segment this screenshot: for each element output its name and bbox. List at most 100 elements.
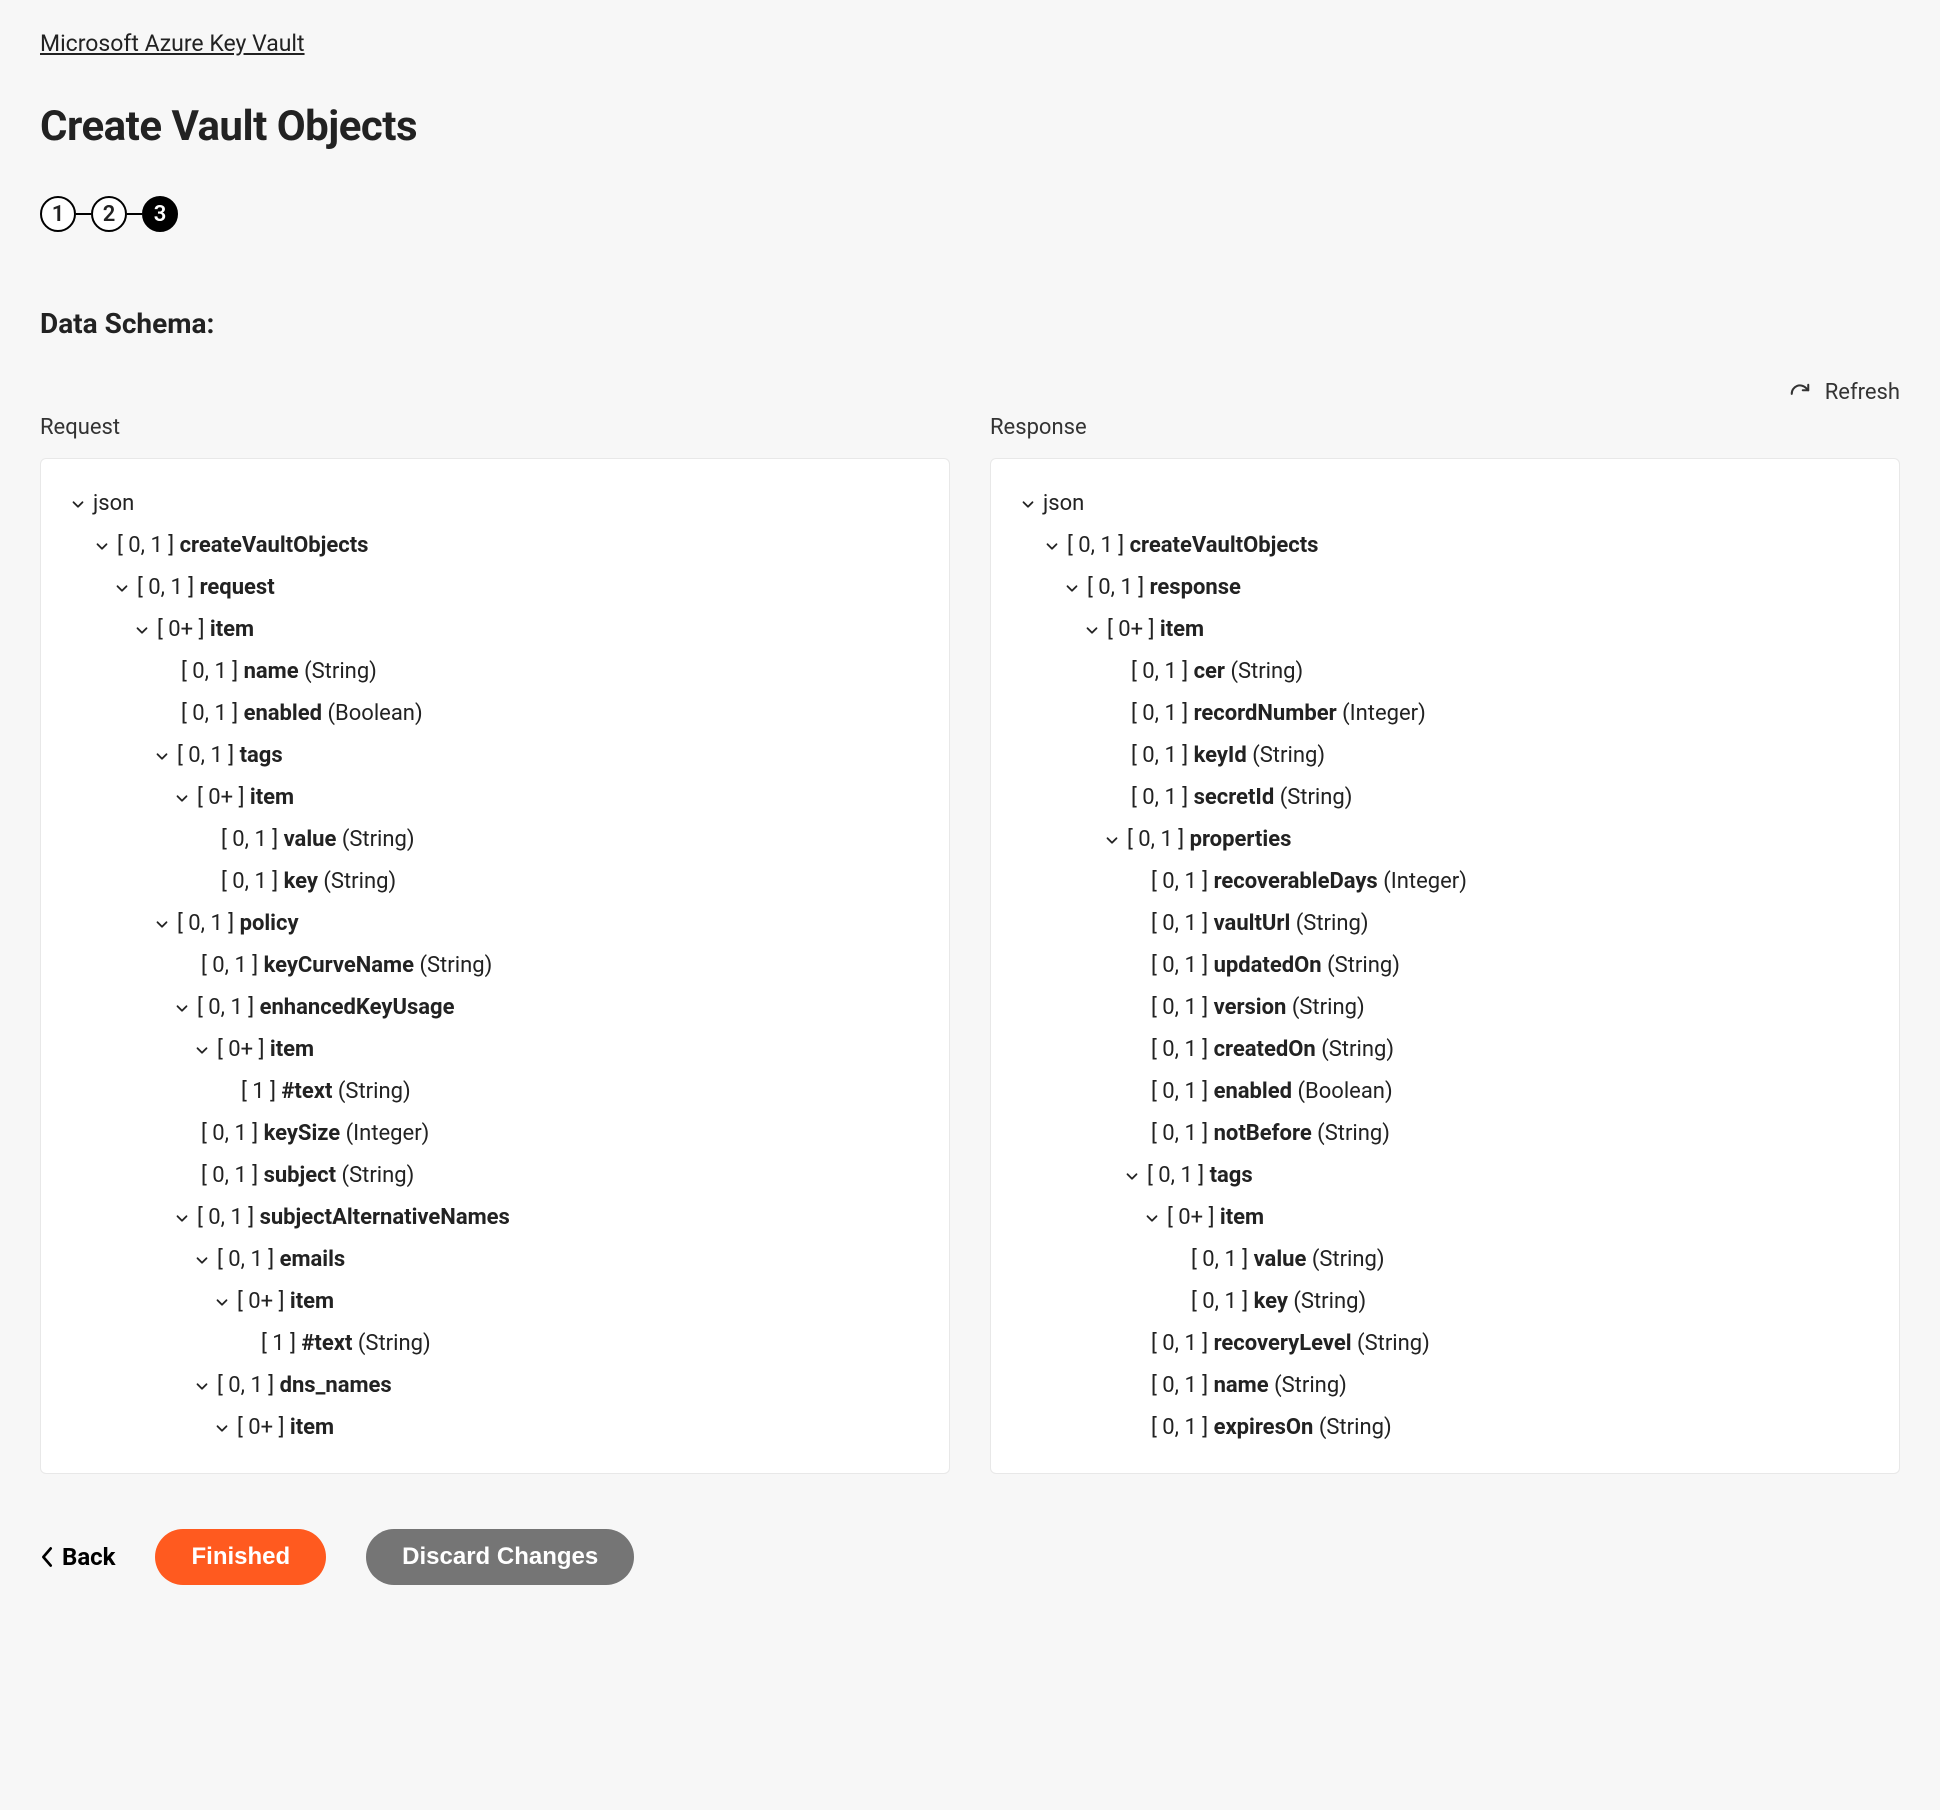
node-type: (Integer) — [1342, 701, 1426, 726]
cardinality: [ 0, 1 ] — [1151, 1079, 1214, 1104]
schema-node[interactable]: [ 0, 1 ] properties — [1011, 819, 1879, 861]
schema-node[interactable]: [ 0, 1 ] createVaultObjects — [1011, 525, 1879, 567]
node-type: (String) — [1296, 911, 1369, 936]
chevron-down-icon[interactable] — [1143, 1209, 1167, 1227]
chevron-down-icon[interactable] — [113, 579, 137, 597]
node-name: response — [1150, 575, 1241, 600]
schema-node[interactable]: [ 0+ ] item — [1011, 609, 1879, 651]
chevron-down-icon[interactable] — [1083, 621, 1107, 639]
step-2[interactable]: 2 — [91, 196, 127, 232]
node-type: (String) — [304, 659, 377, 684]
chevron-down-icon[interactable] — [1019, 495, 1043, 513]
chevron-left-icon — [40, 1546, 54, 1568]
schema-node[interactable]: [ 0, 1 ] tags — [61, 735, 929, 777]
chevron-down-icon[interactable] — [213, 1419, 237, 1437]
chevron-down-icon[interactable] — [193, 1377, 217, 1395]
schema-node[interactable]: [ 0+ ] item — [61, 1407, 929, 1449]
breadcrumb-link[interactable]: Microsoft Azure Key Vault — [40, 30, 305, 57]
node-type: (String) — [323, 869, 396, 894]
chevron-down-icon[interactable] — [153, 747, 177, 765]
chevron-down-icon[interactable] — [173, 789, 197, 807]
node-name: recordNumber — [1194, 701, 1337, 726]
step-3[interactable]: 3 — [142, 196, 178, 232]
schema-node[interactable]: [ 0, 1 ] tags — [1011, 1155, 1879, 1197]
schema-node: [ 0, 1 ] expiresOn (String) — [1011, 1407, 1879, 1449]
schema-node: [ 1 ] #text (String) — [61, 1071, 929, 1113]
refresh-icon[interactable] — [1789, 382, 1811, 404]
schema-node[interactable]: [ 0+ ] item — [61, 609, 929, 651]
cardinality: [ 0, 1 ] — [1151, 1331, 1214, 1356]
cardinality: [ 0, 1 ] — [201, 1163, 264, 1188]
schema-node[interactable]: [ 0, 1 ] dns_names — [61, 1365, 929, 1407]
schema-node[interactable]: [ 0, 1 ] createVaultObjects — [61, 525, 929, 567]
node-name: keySize — [264, 1121, 341, 1146]
schema-node[interactable]: [ 0+ ] item — [61, 777, 929, 819]
response-schema-panel: json[ 0, 1 ] createVaultObjects[ 0, 1 ] … — [990, 458, 1900, 1474]
back-button[interactable]: Back — [40, 1543, 115, 1571]
node-type: (String) — [1319, 1415, 1392, 1440]
node-name: name — [1214, 1373, 1269, 1398]
node-name: enabled — [244, 701, 322, 726]
schema-node: [ 0, 1 ] notBefore (String) — [1011, 1113, 1879, 1155]
schema-node[interactable]: json — [1011, 483, 1879, 525]
chevron-down-icon[interactable] — [173, 999, 197, 1017]
step-1[interactable]: 1 — [40, 196, 76, 232]
cardinality: [ 0+ ] — [1167, 1205, 1220, 1230]
node-name: item — [210, 617, 254, 642]
chevron-down-icon[interactable] — [93, 537, 117, 555]
node-name: notBefore — [1214, 1121, 1312, 1146]
node-name: value — [284, 827, 337, 852]
schema-node: [ 0, 1 ] keySize (Integer) — [61, 1113, 929, 1155]
schema-node[interactable]: [ 0, 1 ] response — [1011, 567, 1879, 609]
node-name: item — [270, 1037, 314, 1062]
schema-node[interactable]: [ 0, 1 ] enhancedKeyUsage — [61, 987, 929, 1029]
chevron-down-icon[interactable] — [193, 1041, 217, 1059]
node-name: item — [290, 1289, 334, 1314]
chevron-down-icon[interactable] — [133, 621, 157, 639]
schema-node: [ 0, 1 ] updatedOn (String) — [1011, 945, 1879, 987]
schema-node[interactable]: [ 0, 1 ] policy — [61, 903, 929, 945]
chevron-down-icon[interactable] — [1103, 831, 1127, 849]
cardinality: [ 0, 1 ] — [1151, 869, 1214, 894]
node-type: (String) — [1293, 1289, 1366, 1314]
page-title: Create Vault Objects — [40, 102, 1900, 151]
cardinality: [ 0, 1 ] — [1131, 743, 1194, 768]
schema-node: [ 0, 1 ] keyCurveName (String) — [61, 945, 929, 987]
node-name: recoveryLevel — [1214, 1331, 1352, 1356]
schema-node[interactable]: [ 0+ ] item — [61, 1029, 929, 1071]
schema-node: [ 0, 1 ] key (String) — [61, 861, 929, 903]
chevron-down-icon[interactable] — [1123, 1167, 1147, 1185]
cardinality: [ 0, 1 ] — [1151, 1121, 1214, 1146]
chevron-down-icon[interactable] — [153, 915, 177, 933]
schema-node[interactable]: json — [61, 483, 929, 525]
chevron-down-icon[interactable] — [173, 1209, 197, 1227]
finished-button[interactable]: Finished — [155, 1529, 326, 1585]
schema-node: [ 0, 1 ] recoverableDays (Integer) — [1011, 861, 1879, 903]
cardinality: [ 0, 1 ] — [197, 995, 260, 1020]
node-type: (String) — [1357, 1331, 1430, 1356]
schema-node[interactable]: [ 0+ ] item — [1011, 1197, 1879, 1239]
schema-node[interactable]: [ 0, 1 ] emails — [61, 1239, 929, 1281]
node-type: (String) — [1230, 659, 1303, 684]
schema-node: [ 0, 1 ] enabled (Boolean) — [1011, 1071, 1879, 1113]
chevron-down-icon[interactable] — [193, 1251, 217, 1269]
node-name: key — [1254, 1289, 1288, 1314]
node-name: item — [1220, 1205, 1264, 1230]
node-type: (String) — [419, 953, 492, 978]
schema-node[interactable]: [ 0+ ] item — [61, 1281, 929, 1323]
node-name: createVaultObjects — [180, 533, 369, 558]
node-type: (String) — [338, 1079, 411, 1104]
refresh-label[interactable]: Refresh — [1825, 380, 1900, 405]
chevron-down-icon[interactable] — [1043, 537, 1067, 555]
cardinality: [ 0, 1 ] — [1131, 701, 1194, 726]
chevron-down-icon[interactable] — [213, 1293, 237, 1311]
node-name: dns_names — [280, 1373, 392, 1398]
node-type: (String) — [358, 1331, 431, 1356]
back-label: Back — [62, 1543, 115, 1571]
schema-node[interactable]: [ 0, 1 ] subjectAlternativeNames — [61, 1197, 929, 1239]
node-name: expiresOn — [1214, 1415, 1314, 1440]
chevron-down-icon[interactable] — [1063, 579, 1087, 597]
schema-node[interactable]: [ 0, 1 ] request — [61, 567, 929, 609]
discard-button[interactable]: Discard Changes — [366, 1529, 634, 1585]
chevron-down-icon[interactable] — [69, 495, 93, 513]
